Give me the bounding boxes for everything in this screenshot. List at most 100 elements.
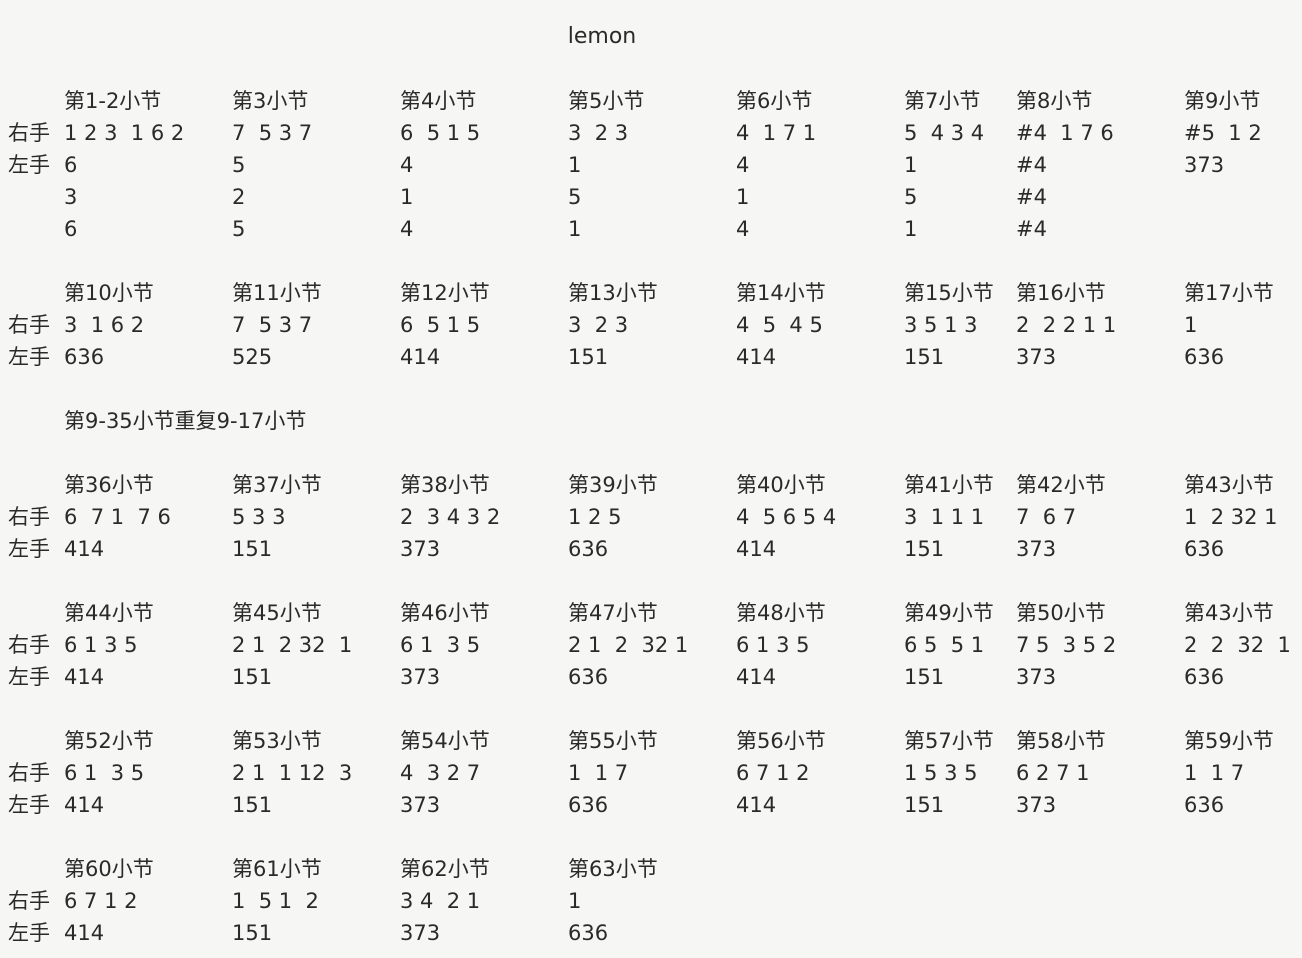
left-hand-notes: 636 xyxy=(1184,345,1225,369)
right-hand-notes: 2 2 2 1 1 xyxy=(1016,313,1117,337)
left-hand-notes: 151 xyxy=(232,665,273,689)
right-hand-notes: 5 3 3 xyxy=(232,505,286,529)
right-hand-notes: 6 1 3 5 xyxy=(736,633,810,657)
left-hand-notes: 414 xyxy=(64,793,105,817)
right-hand-notes: 1 2 32 1 xyxy=(1184,505,1278,529)
left-hand-notes: 4 xyxy=(400,153,414,177)
measure-header: 第13小节 xyxy=(568,281,658,305)
left-hand-notes: 373 xyxy=(400,793,441,817)
measure-header: 第43小节 xyxy=(1184,473,1274,497)
right-hand-notes: 2 3 4 3 2 xyxy=(400,505,501,529)
measure-header: 第58小节 xyxy=(1016,729,1106,753)
measure-header: 第11小节 xyxy=(232,281,322,305)
left-hand-notes: 151 xyxy=(232,921,273,945)
page-title: lemon xyxy=(567,24,637,49)
left-hand-notes: 414 xyxy=(736,537,777,561)
right-hand-notes: 6 7 1 7 6 xyxy=(64,505,171,529)
left-hand-notes: 5 xyxy=(568,185,582,209)
left-hand-notes: 3 xyxy=(64,185,78,209)
left-hand-notes: 151 xyxy=(904,793,945,817)
right-hand-notes: 3 1 6 2 xyxy=(64,313,145,337)
measure-header: 第47小节 xyxy=(568,601,658,625)
left-hand-notes: 414 xyxy=(736,665,777,689)
right-hand-notes: 3 5 1 3 xyxy=(904,313,978,337)
right-hand-label: 右手 xyxy=(8,889,50,913)
measure-header: 第38小节 xyxy=(400,473,490,497)
right-hand-notes: 4 5 4 5 xyxy=(736,313,823,337)
measure-header: 第55小节 xyxy=(568,729,658,753)
measure-header: 第39小节 xyxy=(568,473,658,497)
left-hand-notes: 373 xyxy=(400,921,441,945)
measure-header: 第9小节 xyxy=(1184,89,1261,113)
left-hand-notes: 1 xyxy=(568,217,582,241)
left-hand-notes: 151 xyxy=(568,345,609,369)
right-hand-notes: 4 5 6 5 4 xyxy=(736,505,837,529)
left-hand-notes: 1 xyxy=(904,217,918,241)
left-hand-notes: 151 xyxy=(904,345,945,369)
measure-header: 第10小节 xyxy=(64,281,154,305)
left-hand-notes: #4 xyxy=(1016,217,1047,241)
right-hand-notes: 5 4 3 4 xyxy=(904,121,985,145)
measure-header: 第45小节 xyxy=(232,601,322,625)
right-hand-notes: 6 1 3 5 xyxy=(64,633,138,657)
right-hand-notes: 4 3 2 7 xyxy=(400,761,481,785)
right-hand-label: 右手 xyxy=(8,761,50,785)
left-hand-notes: 636 xyxy=(568,537,609,561)
left-hand-notes: 373 xyxy=(400,665,441,689)
measure-header: 第43小节 xyxy=(1184,601,1274,625)
left-hand-notes: 414 xyxy=(64,921,105,945)
measure-header: 第14小节 xyxy=(736,281,826,305)
right-hand-notes: 6 1 3 5 xyxy=(64,761,145,785)
right-hand-notes: 6 7 1 2 xyxy=(64,889,138,913)
measure-header: 第40小节 xyxy=(736,473,826,497)
left-hand-notes: 4 xyxy=(736,217,750,241)
measure-header: 第59小节 xyxy=(1184,729,1274,753)
measure-header: 第5小节 xyxy=(568,89,645,113)
left-hand-notes: 1 xyxy=(736,185,750,209)
measure-header: 第16小节 xyxy=(1016,281,1106,305)
left-hand-label: 左手 xyxy=(8,793,50,817)
measure-header: 第44小节 xyxy=(64,601,154,625)
right-hand-notes: 6 5 1 5 xyxy=(400,313,481,337)
measure-header: 第37小节 xyxy=(232,473,322,497)
measure-header: 第53小节 xyxy=(232,729,322,753)
right-hand-label: 右手 xyxy=(8,633,50,657)
measure-header: 第8小节 xyxy=(1016,89,1093,113)
measure-header: 第49小节 xyxy=(904,601,994,625)
left-hand-label: 左手 xyxy=(8,345,50,369)
right-hand-notes: 1 5 3 5 xyxy=(904,761,978,785)
right-hand-notes: 6 7 1 2 xyxy=(736,761,810,785)
measure-header: 第41小节 xyxy=(904,473,994,497)
left-hand-notes: 1 xyxy=(568,153,582,177)
left-hand-notes: 636 xyxy=(568,793,609,817)
right-hand-notes: 6 1 3 5 xyxy=(400,633,481,657)
measure-header: 第12小节 xyxy=(400,281,490,305)
left-hand-notes: 414 xyxy=(64,665,105,689)
right-hand-notes: 1 2 3 1 6 2 xyxy=(64,121,185,145)
left-hand-notes: 5 xyxy=(232,153,246,177)
left-hand-notes: 6 xyxy=(64,217,78,241)
right-hand-notes: 2 1 2 32 1 xyxy=(568,633,689,657)
measure-header: 第61小节 xyxy=(232,857,322,881)
left-hand-notes: 414 xyxy=(736,345,777,369)
left-hand-notes: 5 xyxy=(232,217,246,241)
right-hand-notes: 6 5 5 1 xyxy=(904,633,985,657)
left-hand-notes: 6 xyxy=(64,153,78,177)
measure-header: 第60小节 xyxy=(64,857,154,881)
right-hand-notes: 3 2 3 xyxy=(568,313,629,337)
measure-header: 第4小节 xyxy=(400,89,477,113)
left-hand-notes: 2 xyxy=(232,185,246,209)
right-hand-notes: 1 5 1 2 xyxy=(232,889,319,913)
measure-header: 第54小节 xyxy=(400,729,490,753)
left-hand-label: 左手 xyxy=(8,665,50,689)
left-hand-notes: 636 xyxy=(1184,665,1225,689)
left-hand-notes: 1 xyxy=(400,185,414,209)
right-hand-notes: 7 6 7 xyxy=(1016,505,1077,529)
measure-header: 第6小节 xyxy=(736,89,813,113)
right-hand-notes: 6 2 7 1 xyxy=(1016,761,1090,785)
right-hand-notes: 1 xyxy=(568,889,582,913)
right-hand-notes: 1 2 5 xyxy=(568,505,622,529)
left-hand-label: 左手 xyxy=(8,537,50,561)
measure-header: 第46小节 xyxy=(400,601,490,625)
measure-header: 第1-2小节 xyxy=(64,89,162,113)
